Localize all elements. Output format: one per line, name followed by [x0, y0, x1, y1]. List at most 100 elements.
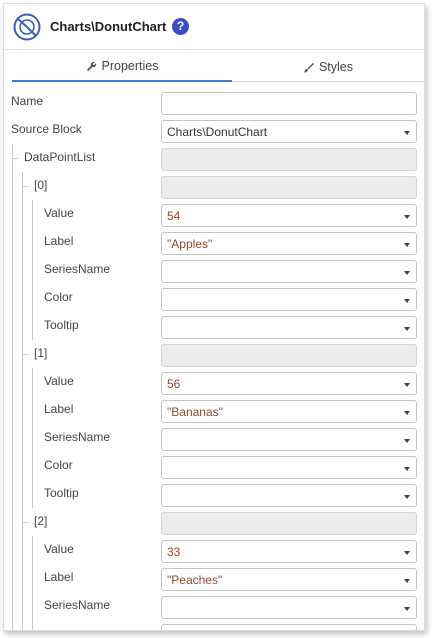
tooltip-select[interactable]	[161, 484, 417, 507]
property-row-value: Value 56	[4, 368, 424, 396]
property-row-name: Name	[4, 88, 424, 116]
property-label: SeriesName	[44, 262, 111, 276]
tree-guide	[32, 564, 33, 592]
property-label: Value	[44, 206, 74, 220]
chart-app-icon	[13, 13, 41, 41]
tab-bar: Properties Styles	[12, 52, 424, 82]
property-row-index-2: [2]	[4, 508, 424, 536]
index-field	[161, 512, 417, 535]
tree-stub	[22, 186, 28, 187]
property-row-partial	[4, 620, 424, 630]
tree-guide	[32, 312, 33, 340]
chevron-down-icon	[404, 243, 410, 247]
tree-guide	[12, 536, 13, 564]
chevron-down-icon	[404, 271, 410, 275]
index-field	[161, 176, 417, 199]
seriesname-select[interactable]	[161, 428, 417, 451]
tree-guide	[22, 564, 23, 592]
tree-guide	[22, 312, 23, 340]
select-value: 56	[167, 377, 181, 391]
tree-guide	[12, 396, 13, 424]
chevron-down-icon	[404, 215, 410, 219]
property-label: Color	[44, 290, 73, 304]
tree-guide	[12, 564, 13, 592]
tree-guide	[32, 620, 33, 630]
tab-styles-label: Styles	[318, 60, 354, 74]
value-select[interactable]: 33	[161, 540, 417, 563]
property-row-seriesname: SeriesName	[4, 592, 424, 620]
tree-guide	[12, 312, 13, 340]
seriesname-select[interactable]	[161, 260, 417, 283]
tree-guide	[22, 620, 23, 630]
property-row-source-block: Source Block Charts\DonutChart	[4, 116, 424, 144]
chevron-down-icon	[404, 327, 410, 331]
chevron-down-icon	[404, 551, 410, 555]
seriesname-select[interactable]	[161, 596, 417, 619]
tree-guide	[12, 340, 13, 368]
property-row-color: Color	[4, 284, 424, 312]
property-row-seriesname: SeriesName	[4, 256, 424, 284]
property-label: Tooltip	[44, 486, 79, 500]
tree-guide	[12, 200, 13, 228]
property-label: Color	[44, 458, 73, 472]
properties-panel: Charts\DonutChart ? Properties Styles Na…	[3, 3, 425, 631]
tree-guide	[32, 284, 33, 312]
select-value: "Bananas"	[167, 405, 223, 419]
value-select[interactable]: 56	[161, 372, 417, 395]
tree-guide	[12, 284, 13, 312]
property-label: Label	[44, 570, 74, 584]
chevron-down-icon	[404, 495, 410, 499]
datapointlist-field	[161, 148, 417, 171]
label-select[interactable]: "Apples"	[161, 232, 417, 255]
property-row-tooltip: Tooltip	[4, 480, 424, 508]
property-label: DataPointList	[24, 150, 96, 164]
property-row-color: Color	[4, 452, 424, 480]
chevron-down-icon	[404, 411, 410, 415]
tree-guide	[32, 424, 33, 452]
tab-styles[interactable]: Styles	[232, 52, 424, 82]
property-label: SeriesName	[44, 598, 111, 612]
chevron-down-icon	[404, 607, 410, 611]
tree-guide	[22, 452, 23, 480]
property-label: [2]	[34, 514, 48, 528]
property-label: Tooltip	[44, 318, 79, 332]
property-row-index-1: [1]	[4, 340, 424, 368]
tree-guide	[22, 396, 23, 424]
tree-guide	[12, 424, 13, 452]
name-input[interactable]	[161, 92, 417, 115]
tree-guide	[32, 396, 33, 424]
help-icon[interactable]: ?	[172, 18, 189, 35]
property-row-datapointlist: DataPointList	[4, 144, 424, 172]
chevron-down-icon	[404, 579, 410, 583]
tree-guide	[22, 200, 23, 228]
property-row-seriesname: SeriesName	[4, 424, 424, 452]
tree-guide	[32, 536, 33, 564]
property-row-index-0: [0]	[4, 172, 424, 200]
tree-guide	[12, 172, 13, 200]
tree-stub	[22, 522, 28, 523]
label-select[interactable]: "Bananas"	[161, 400, 417, 423]
wrench-icon	[86, 61, 96, 71]
tree-guide	[22, 228, 23, 256]
tooltip-select[interactable]	[161, 316, 417, 339]
property-row-label: Label "Bananas"	[4, 396, 424, 424]
tree-guide	[22, 592, 23, 620]
chevron-down-icon	[404, 439, 410, 443]
property-label: [0]	[34, 178, 48, 192]
tab-properties[interactable]: Properties	[12, 52, 232, 82]
property-label: SeriesName	[44, 430, 111, 444]
tree-guide	[12, 480, 13, 508]
partial-field[interactable]	[161, 624, 417, 630]
source-block-select[interactable]: Charts\DonutChart	[161, 120, 417, 143]
property-row-label: Label "Apples"	[4, 228, 424, 256]
tree-guide	[12, 592, 13, 620]
color-select[interactable]	[161, 456, 417, 479]
property-label: Value	[44, 542, 74, 556]
label-select[interactable]: "Peaches"	[161, 568, 417, 591]
property-label: [1]	[34, 346, 48, 360]
color-select[interactable]	[161, 288, 417, 311]
value-select[interactable]: 54	[161, 204, 417, 227]
chevron-down-icon	[404, 299, 410, 303]
brush-icon	[303, 62, 314, 72]
tree-guide	[12, 452, 13, 480]
